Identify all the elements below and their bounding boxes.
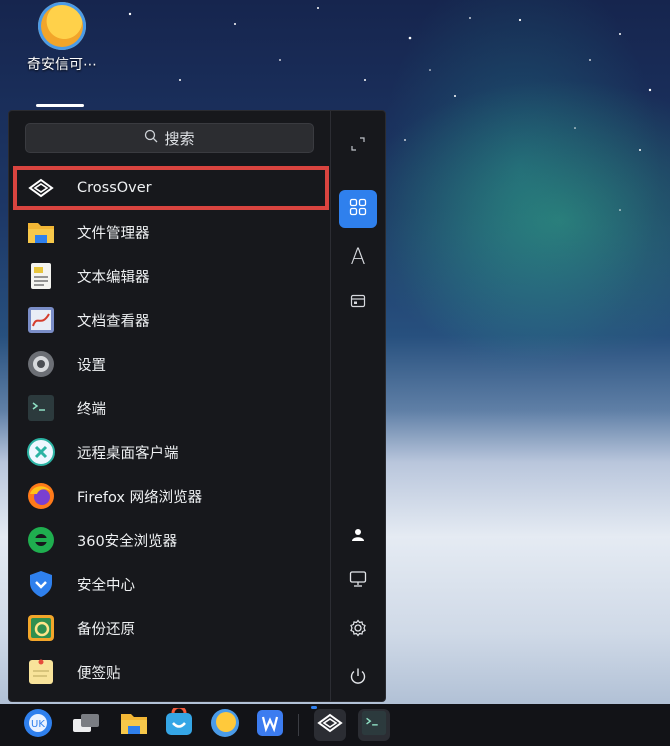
alphabetical-view-button[interactable]: A [339, 238, 377, 276]
user-icon [351, 523, 365, 548]
settings-button[interactable] [339, 611, 377, 649]
taskbar-wps-writer[interactable] [254, 709, 286, 741]
wps-writer-icon [256, 709, 284, 741]
app-item-terminal[interactable]: 终端 [15, 388, 327, 428]
monitor-icon [349, 569, 367, 594]
app-list-panel: 搜索 CrossOver 文件管理器 文本编辑器 文档查看器 设置 终端 远程桌… [9, 111, 330, 701]
power-icon [349, 666, 367, 691]
gear-icon [349, 618, 367, 643]
search-input[interactable]: 搜索 [25, 123, 314, 153]
app-item-remote-desktop[interactable]: 远程桌面客户端 [15, 432, 327, 472]
app-item-text-editor[interactable]: 文本编辑器 [15, 256, 327, 296]
app-item-sticky-notes[interactable]: 便签贴 [15, 652, 327, 692]
app-item-crossover[interactable]: CrossOver [13, 166, 329, 210]
user-button[interactable] [339, 516, 377, 554]
app-item-360-browser[interactable]: 360安全浏览器 [15, 520, 327, 560]
app-label: 终端 [77, 401, 106, 418]
menu-sidebar: A [330, 111, 385, 701]
search-icon [144, 129, 158, 147]
qianxin-logo-icon [210, 708, 240, 742]
taskbar-divider [298, 714, 299, 736]
360-browser-icon [25, 524, 57, 556]
taskbar: UK [0, 704, 670, 746]
app-item-document-viewer[interactable]: 文档查看器 [15, 300, 327, 340]
taskbar-multitask-button[interactable] [70, 709, 102, 741]
shield-icon [25, 568, 57, 600]
grid-icon [349, 197, 367, 222]
app-label: 便签贴 [77, 665, 121, 682]
app-store-icon [164, 705, 194, 742]
category-list-button[interactable] [339, 283, 377, 321]
app-item-firefox[interactable]: Firefox 网络浏览器 [15, 476, 327, 516]
folder-icon [119, 710, 149, 740]
app-label: Firefox 网络浏览器 [77, 489, 203, 506]
app-label: 360安全浏览器 [77, 533, 178, 550]
firefox-icon [25, 480, 57, 512]
computer-button[interactable] [339, 562, 377, 600]
app-label: 文本编辑器 [77, 269, 150, 286]
letter-a-icon: A [350, 244, 366, 270]
app-item-security-center[interactable]: 安全中心 [15, 564, 327, 604]
taskbar-crossover[interactable] [314, 709, 346, 741]
app-label: 设置 [77, 357, 106, 374]
app-item-backup-restore[interactable]: 备份还原 [15, 608, 327, 648]
category-list-icon [350, 290, 366, 315]
settings-gear-icon [25, 348, 57, 380]
remote-desktop-icon [25, 436, 57, 468]
running-indicator [311, 706, 317, 709]
expand-icon [350, 136, 366, 156]
start-menu: 搜索 CrossOver 文件管理器 文本编辑器 文档查看器 设置 终端 远程桌… [8, 110, 386, 702]
app-label: 安全中心 [77, 577, 135, 594]
desktop-selection-indicator [36, 104, 84, 107]
app-label: 远程桌面客户端 [77, 445, 179, 462]
terminal-icon [25, 392, 57, 424]
app-item-file-manager[interactable]: 文件管理器 [15, 212, 327, 252]
desktop-app-icon[interactable]: 奇安信可⋯ [18, 2, 106, 74]
app-label: 文档查看器 [77, 313, 150, 330]
app-label: CrossOver [77, 180, 152, 196]
power-button[interactable] [339, 659, 377, 697]
text-editor-icon [25, 260, 57, 292]
taskbar-file-manager[interactable] [118, 709, 150, 741]
search-placeholder: 搜索 [164, 129, 195, 148]
fullscreen-toggle-button[interactable] [339, 127, 377, 165]
backup-restore-icon [25, 612, 57, 644]
uos-launcher-icon: UK [23, 708, 53, 742]
taskbar-app-store[interactable] [163, 705, 195, 742]
category-view-all-button[interactable] [339, 190, 377, 228]
app-label: 备份还原 [77, 621, 135, 638]
folder-icon [25, 216, 57, 248]
app-item-settings[interactable]: 设置 [15, 344, 327, 384]
multitask-icon [71, 711, 101, 739]
terminal-icon [361, 710, 387, 740]
taskbar-terminal[interactable] [358, 709, 390, 741]
sticky-note-icon [25, 656, 57, 688]
svg-text:UK: UK [31, 719, 45, 730]
qianxin-logo-icon [38, 2, 86, 50]
crossover-icon [317, 713, 343, 737]
taskbar-qianxin-app[interactable] [209, 709, 241, 741]
desktop-icon-label: 奇安信可⋯ [27, 57, 97, 73]
document-viewer-icon [25, 304, 57, 336]
app-label: 文件管理器 [77, 225, 150, 242]
crossover-icon [25, 172, 57, 204]
taskbar-start-button[interactable]: UK [22, 709, 54, 741]
